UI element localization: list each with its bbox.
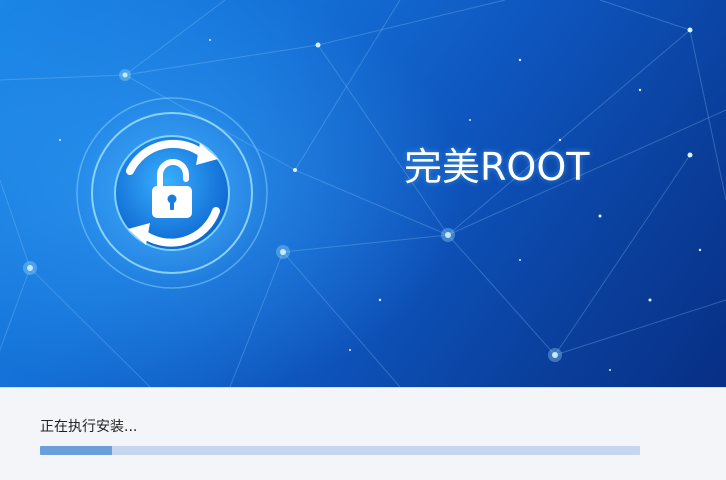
unlock-padlock-refresh-icon (74, 95, 270, 291)
install-progress-bar (40, 446, 640, 455)
install-status-text: 正在执行安装... (40, 419, 138, 435)
install-status-panel: 正在执行安装... (0, 387, 726, 480)
hero-banner: 完美ROOT (0, 0, 726, 387)
app-title: 完美ROOT (404, 145, 590, 189)
install-progress-fill (40, 446, 112, 455)
installer-window: 完美ROOT 正在执行安装... (0, 0, 726, 480)
logo (72, 93, 272, 293)
